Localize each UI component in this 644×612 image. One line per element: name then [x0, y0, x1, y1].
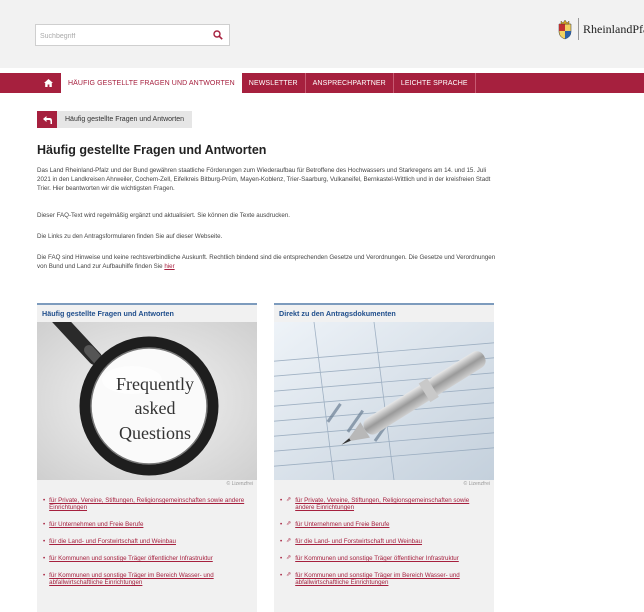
faq-link-agriculture[interactable]: für die Land- und Forstwirtschaft und We… [49, 538, 176, 545]
home-icon [43, 79, 53, 87]
external-link-icon: ⇗ [286, 497, 292, 503]
list-item: • für Unternehmen und Freie Berufe [43, 521, 144, 528]
legal-paragraph: Die FAQ sind Hinweise und keine rechtsve… [37, 253, 497, 271]
external-link-icon: ⇗ [286, 521, 292, 527]
list-item: • für die Land- und Forstwirtschaft und W… [43, 538, 176, 545]
doc-link-business[interactable]: für Unternehmen und Freie Berufe [295, 521, 389, 528]
list-item: • ⇗ für Kommunen und sonstige Träger im Be… [280, 572, 490, 586]
nav-item-faq[interactable]: HÄUFIG GESTELLTE FRAGEN UND ANTWORTEN [61, 73, 242, 93]
doc-link-agriculture[interactable]: für die Land- und Forstwirtschaft und We… [295, 538, 422, 545]
page-title: Häufig gestellte Fragen und Antworten [37, 143, 267, 157]
image-text-line-1: Frequently [116, 374, 194, 394]
breadcrumb-current[interactable]: Häufig gestellte Fragen und Antworten [57, 111, 193, 128]
faq-link-business[interactable]: für Unternehmen und Freie Berufe [49, 521, 143, 528]
search-box [35, 24, 230, 47]
documents-card-title[interactable]: Direkt zu den Antragsdokumenten [274, 305, 494, 322]
faq-link-list: • für Private, Vereine, Stiftungen, Relig… [43, 497, 253, 596]
site-logo[interactable]: RheinlandPfa [556, 14, 644, 44]
nav-item-contacts[interactable]: ANSPRECHPARTNER [306, 73, 394, 93]
list-item: • ⇗ für Unternehmen und Freie Berufe [280, 521, 390, 528]
coat-of-arms-icon [558, 19, 572, 40]
image-text-line-2: asked [135, 398, 176, 418]
faq-card-image[interactable]: Frequently asked Questions [37, 322, 257, 480]
update-paragraph: Dieser FAQ-Text wird regelmäßig ergänzt … [37, 212, 291, 219]
external-link-icon: ⇗ [286, 555, 292, 561]
doc-link-municipal[interactable]: für Kommunen und sonstige Träger öffentl… [295, 555, 459, 562]
breadcrumb: Häufig gestellte Fragen und Antworten [37, 111, 193, 128]
faq-card-title[interactable]: Häufig gestellte Fragen und Antworten [37, 305, 257, 322]
list-item: • ⇗ für Kommunen und sonstige Träger öffen… [280, 555, 459, 562]
nav-item-easy-language[interactable]: LEICHTE SPRACHE [394, 73, 476, 93]
doc-link-private[interactable]: für Private, Vereine, Stiftungen, Religi… [295, 497, 490, 511]
list-item: • ⇗ für Private, Vereine, Stiftungen, Reli… [280, 497, 490, 511]
list-item: • für Private, Vereine, Stiftungen, Relig… [43, 497, 253, 511]
faq-link-water[interactable]: für Kommunen und sonstige Träger im Bere… [49, 572, 253, 586]
external-link-icon: ⇗ [286, 572, 292, 578]
documents-link-list: • ⇗ für Private, Vereine, Stiftungen, Reli… [280, 497, 490, 596]
faq-card: Häufig gestellte Fragen und Antworten Fr… [37, 303, 257, 612]
doc-link-water[interactable]: für Kommunen und sonstige Träger im Bere… [295, 572, 490, 586]
list-item: • für Kommunen und sonstige Träger im Ber… [43, 572, 253, 586]
legal-link[interactable]: hier [164, 263, 174, 270]
nav-home[interactable] [35, 73, 61, 93]
image-credit: © Lizenzfrei [463, 481, 490, 487]
list-item: • ⇗ für die Land- und Forstwirtschaft und … [280, 538, 423, 545]
faq-link-private[interactable]: für Private, Vereine, Stiftungen, Religi… [49, 497, 253, 511]
links-paragraph: Die Links zu den Antragsformularen finde… [37, 233, 223, 240]
image-credit: © Lizenzfrei [226, 481, 253, 487]
site-header: RheinlandPfa [0, 0, 644, 68]
image-text-line-3: Questions [119, 423, 191, 443]
back-arrow-icon [42, 115, 52, 124]
faq-link-municipal[interactable]: für Kommunen und sonstige Träger öffentl… [49, 555, 213, 562]
intro-paragraph: Das Land Rheinland-Pfalz und der Bund ge… [37, 167, 491, 192]
legal-text: Die FAQ sind Hinweise und keine rechtsve… [37, 254, 496, 270]
external-link-icon: ⇗ [286, 538, 292, 544]
logo-divider [578, 18, 579, 40]
search-icon[interactable] [213, 30, 223, 40]
search-input[interactable] [36, 26, 206, 47]
logo-text: RheinlandPfa [583, 21, 644, 36]
documents-card-image[interactable] [274, 322, 494, 480]
list-item: • für Kommunen und sonstige Träger öffent… [43, 555, 213, 562]
main-navigation: HÄUFIG GESTELLTE FRAGEN UND ANTWORTEN NE… [0, 73, 644, 93]
back-button[interactable] [37, 111, 57, 128]
nav-item-newsletter[interactable]: NEWSLETTER [242, 73, 306, 93]
documents-card: Direkt zu den Antragsdokumenten © Lizenz… [274, 303, 494, 612]
